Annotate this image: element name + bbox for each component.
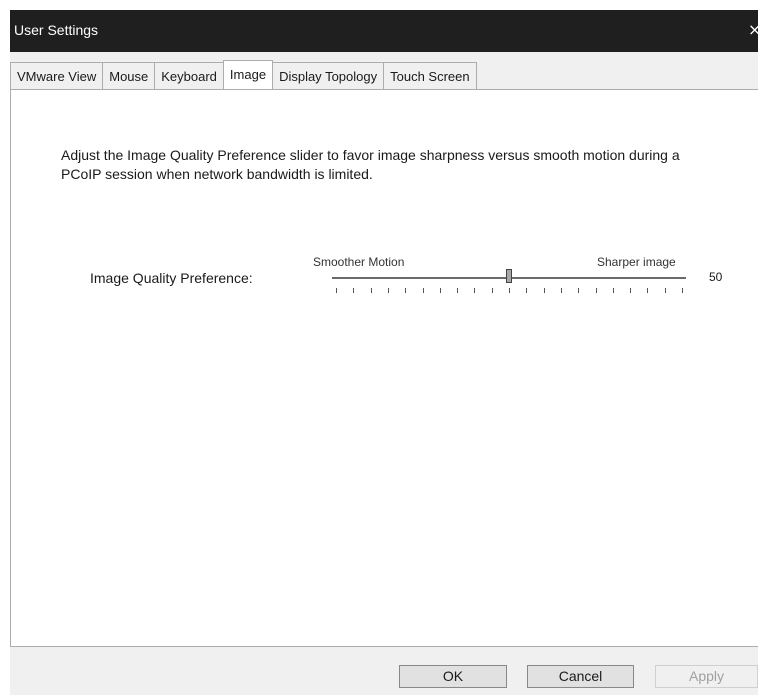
slider-tick — [405, 288, 406, 293]
image-quality-description: Adjust the Image Quality Preference slid… — [61, 147, 680, 182]
slider-tick — [544, 288, 545, 293]
slider-tick — [526, 288, 527, 293]
slider-tick — [561, 288, 562, 293]
window-title: User Settings — [14, 22, 99, 38]
tab-strip: VMware View Mouse Keyboard Image Display… — [10, 60, 477, 90]
slider-tick — [613, 288, 614, 293]
slider-ticks — [332, 288, 686, 294]
slider-tick — [630, 288, 631, 293]
close-icon[interactable]: × — [748, 22, 758, 38]
slider-value: 50 — [709, 270, 723, 284]
title-bar[interactable]: User Settings × — [10, 10, 758, 52]
slider-tick — [578, 288, 579, 293]
tab-keyboard[interactable]: Keyboard — [154, 62, 224, 89]
slider-max-label: Sharper image — [597, 255, 676, 269]
user-settings-window: User Settings × VMware View Mouse Keyboa… — [0, 0, 758, 695]
dialog-body: VMware View Mouse Keyboard Image Display… — [10, 52, 758, 695]
slider-tick — [336, 288, 337, 293]
tab-touch-screen[interactable]: Touch Screen — [383, 62, 477, 89]
image-quality-preference-label: Image Quality Preference: — [90, 270, 253, 286]
tab-display-topology[interactable]: Display Topology — [272, 62, 385, 89]
tab-mouse[interactable]: Mouse — [102, 62, 156, 89]
slider-tick — [457, 288, 458, 293]
tab-image[interactable]: Image — [222, 60, 274, 89]
slider-tick — [474, 288, 475, 293]
slider-tick — [440, 288, 441, 293]
cancel-button[interactable]: Cancel — [527, 665, 634, 688]
slider-tick — [423, 288, 424, 293]
image-tab-panel: Adjust the Image Quality Preference slid… — [10, 89, 758, 647]
slider-tick — [509, 288, 510, 293]
slider-tick — [665, 288, 666, 293]
ok-button[interactable]: OK — [399, 665, 507, 688]
tab-vmware-view[interactable]: VMware View — [10, 62, 104, 89]
slider-min-label: Smoother Motion — [313, 255, 405, 269]
slider-tick — [371, 288, 372, 293]
slider-tick — [647, 288, 648, 293]
image-quality-slider-thumb[interactable] — [506, 269, 512, 283]
slider-tick — [682, 288, 683, 293]
slider-tick — [388, 288, 389, 293]
slider-tick — [596, 288, 597, 293]
slider-tick — [353, 288, 354, 293]
apply-button[interactable]: Apply — [655, 665, 758, 688]
slider-tick — [492, 288, 493, 293]
